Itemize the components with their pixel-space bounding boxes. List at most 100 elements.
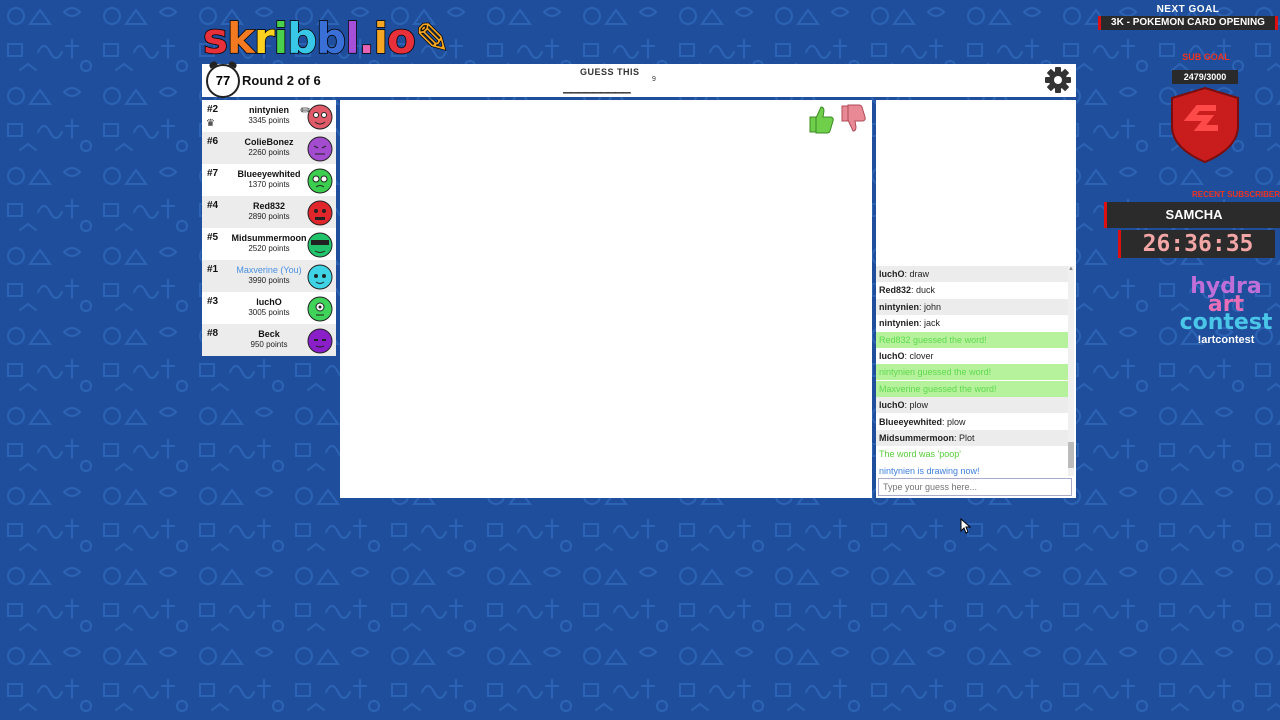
shield-logo-icon [1171, 86, 1239, 164]
player-row[interactable]: #8 Beck 950 points [202, 324, 336, 356]
player-name: nintynien [249, 105, 289, 115]
player-row[interactable]: #5 Midsummermoon 2520 points [202, 228, 336, 260]
chat-message: Midsummermoon: Plot [876, 430, 1069, 446]
word-hint: _________ [563, 78, 631, 94]
avatar [307, 296, 333, 322]
player-points: 3990 points [248, 276, 290, 285]
player-name: Blueeyewhited [237, 169, 301, 179]
chat-username: nintynien [879, 318, 919, 329]
player-name: luchO [256, 297, 282, 307]
player-points: 2260 points [248, 148, 290, 157]
recent-subscriber: SAMCHA [1104, 202, 1280, 228]
top-bar: 77 Round 2 of 6 GUESS THIS _________ 9 [202, 64, 1076, 98]
chat-text: nintynien guessed the word! [879, 367, 992, 378]
countdown-timer: 26:36:35 [1118, 230, 1275, 258]
mouse-cursor-icon [960, 518, 972, 534]
drawing-canvas[interactable] [340, 100, 872, 498]
chat-text: duck [916, 285, 936, 296]
chat-text: clover [909, 351, 934, 361]
player-points: 2890 points [248, 212, 290, 221]
avatar [307, 264, 333, 290]
chat-message: luchO: clover [879, 351, 934, 361]
player-rank: #5 [207, 232, 219, 243]
chat-message: nintynien is drawing now! [876, 463, 1069, 479]
chat-message: Red832 guessed the word! [876, 331, 1069, 348]
chat-scrollbar[interactable]: ▲ [1068, 266, 1074, 476]
scrollbar-thumb[interactable] [1068, 442, 1074, 468]
scroll-up-icon[interactable]: ▲ [1068, 266, 1074, 272]
guess-input[interactable] [878, 478, 1072, 496]
player-row[interactable]: #3 luchO 3005 points [202, 292, 336, 324]
player-points: 2520 points [248, 244, 290, 253]
chat-message: Maxverine guessed the word! [876, 380, 1069, 397]
chat-message: Red832: duck [879, 285, 936, 296]
chat-username: luchO [879, 400, 905, 411]
player-points: 3345 points [248, 116, 290, 125]
settings-gear-icon[interactable] [1044, 66, 1072, 94]
chat-username: luchO [879, 351, 905, 361]
chat-message: luchO: plow [876, 397, 1069, 414]
player-row[interactable]: #2 ♛ nintynien 3345 points ✏ [202, 100, 336, 132]
round-indicator: Round 2 of 6 [242, 73, 321, 88]
avatar [307, 200, 333, 226]
guess-label: GUESS THIS [580, 67, 640, 77]
player-rank: #6 [207, 136, 219, 147]
chat-username: Red832 [879, 285, 912, 296]
avatar [307, 328, 333, 354]
chat-text: plow [947, 416, 966, 427]
avatar [307, 168, 333, 194]
chat-panel: luchO: draw Red832: duck nintynien: john ni… [876, 100, 1076, 498]
player-points: 950 points [250, 340, 288, 349]
avatar [307, 232, 333, 258]
next-goal: 3K - POKEMON CARD OPENING [1098, 16, 1278, 30]
player-row[interactable]: #1 Maxverine (You) 3990 points [202, 260, 336, 292]
player-row[interactable]: #7 Blueeyewhited 1370 points [202, 164, 336, 196]
art-contest-command: !artcontest [1197, 334, 1255, 346]
chat-text: draw [909, 269, 930, 279]
player-row[interactable]: #6 ColieBonez 2260 points [202, 132, 336, 164]
player-row[interactable]: #4 Red832 2890 points [202, 196, 336, 228]
player-name: Midsummermoon [231, 233, 307, 243]
chat-text: Plot [959, 433, 975, 443]
player-rank: #8 [207, 328, 219, 339]
chat-text: nintynien is drawing now! [879, 465, 980, 476]
chat-message: nintynien guessed the word! [876, 364, 1069, 381]
chat-message: Blueeyewhited: plow [879, 416, 966, 427]
player-list: #2 ♛ nintynien 3345 points ✏ #6 ColieBon… [202, 100, 336, 356]
player-name: Beck [258, 329, 280, 339]
chat-username: luchO [879, 269, 905, 279]
player-name: Maxverine (You) [236, 265, 302, 275]
sub-goal-label: SUB GOAL [1182, 52, 1230, 62]
player-name: Red832 [252, 201, 286, 211]
chat-message: nintynien: john [876, 298, 1069, 315]
chat-message: luchO: draw [876, 266, 1069, 282]
chat-username: Midsummermoon [879, 433, 955, 443]
word-length: 9 [652, 76, 656, 83]
player-rank: #4 [207, 200, 219, 211]
hydra-art-contest-logo: hydra art contest [1176, 276, 1276, 335]
chat-message: The word was 'poop' [876, 446, 1069, 462]
chat-text: Maxverine guessed the word! [879, 383, 997, 394]
player-points: 3005 points [248, 308, 290, 317]
thumbs-down-icon[interactable] [839, 104, 867, 134]
chat-text: Red832 guessed the word! [879, 334, 987, 345]
player-rank: #2 [207, 104, 219, 115]
player-points: 1370 points [248, 180, 290, 189]
contest-line-3: contest [1179, 310, 1273, 335]
chat-text: john [924, 301, 942, 312]
next-goal-label: NEXT GOAL [1156, 4, 1220, 15]
timer-clock-icon: 77 [206, 64, 240, 98]
chat-text: The word was 'poop' [879, 449, 961, 460]
avatar [307, 136, 333, 162]
chat-text: plow [909, 400, 929, 411]
sub-goal-count: 2479/3000 [1172, 70, 1238, 84]
chat-username: nintynien [879, 301, 919, 312]
player-rank: #1 [207, 264, 219, 275]
player-rank: #3 [207, 296, 219, 307]
avatar [307, 104, 333, 130]
chat-text: jack [924, 318, 941, 329]
thumbs-up-icon[interactable] [807, 104, 835, 134]
player-name: ColieBonez [244, 137, 294, 147]
player-rank: #7 [207, 168, 219, 179]
chat-username: Blueeyewhited [879, 416, 943, 427]
